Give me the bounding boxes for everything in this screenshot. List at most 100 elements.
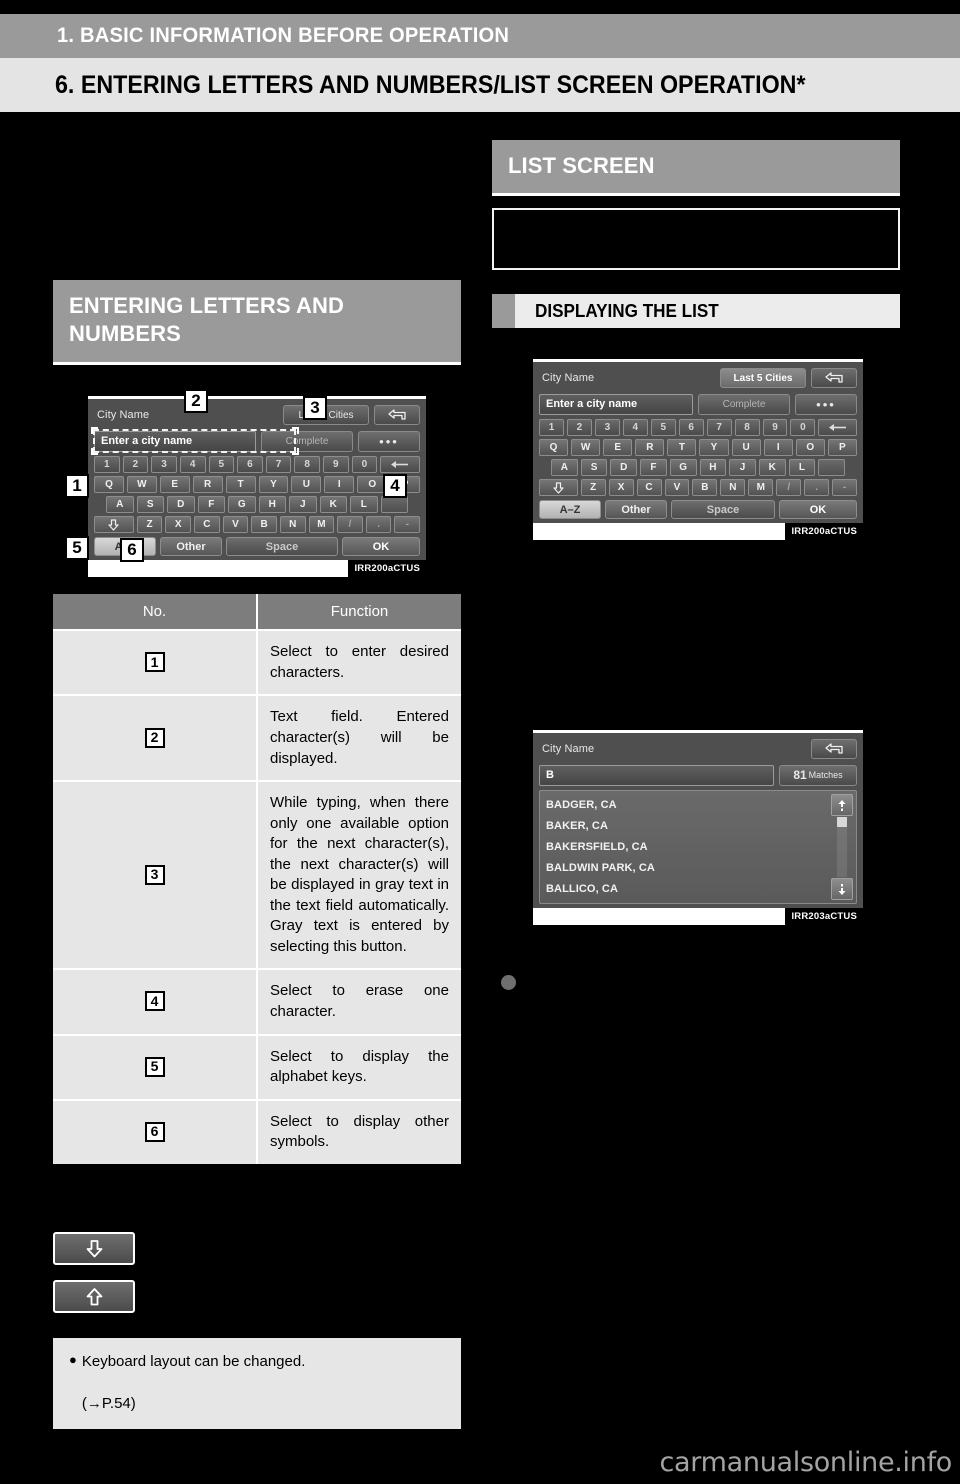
key-0[interactable]: 0 xyxy=(351,456,378,474)
city-name-input[interactable]: Enter a city name xyxy=(94,430,256,452)
key-u[interactable]: U xyxy=(731,439,761,457)
key-w[interactable]: W xyxy=(571,439,601,457)
up-arrow-key-icon[interactable] xyxy=(53,1279,135,1313)
key-6[interactable]: 6 xyxy=(237,456,263,474)
key-x[interactable]: X xyxy=(608,479,634,497)
search-query-field[interactable]: B xyxy=(539,764,774,786)
key-9[interactable]: 9 xyxy=(762,419,788,437)
key-2[interactable]: 2 xyxy=(122,456,149,474)
key-u[interactable]: U xyxy=(291,476,322,494)
scroll-up-icon[interactable] xyxy=(831,794,853,817)
key-s[interactable]: S xyxy=(136,496,164,514)
key-5[interactable]: 5 xyxy=(650,419,676,437)
key-i[interactable]: I xyxy=(324,476,355,494)
key-t[interactable]: T xyxy=(225,476,256,494)
key-s[interactable]: S xyxy=(580,459,608,477)
key-v[interactable]: V xyxy=(222,516,249,534)
down-arrow-key-icon[interactable] xyxy=(53,1231,135,1265)
shift-down-arrow-icon[interactable] xyxy=(94,516,134,534)
key-j[interactable]: J xyxy=(289,496,317,514)
key-1[interactable]: 1 xyxy=(94,456,120,474)
scrollbar-track[interactable] xyxy=(837,817,847,878)
key-d[interactable]: D xyxy=(610,459,638,477)
key-0[interactable]: 0 xyxy=(790,419,816,437)
complete-button[interactable]: Complete xyxy=(261,430,353,452)
key-6[interactable]: 6 xyxy=(678,419,704,437)
key-q[interactable]: Q xyxy=(94,476,124,494)
key-slash[interactable]: / xyxy=(337,516,363,534)
back-arrow-icon[interactable] xyxy=(811,739,857,760)
key-q[interactable]: Q xyxy=(539,439,569,457)
key-7[interactable]: 7 xyxy=(706,419,732,437)
key-b[interactable]: B xyxy=(251,516,277,534)
key-2[interactable]: 2 xyxy=(566,419,592,437)
key-hyphen[interactable]: - xyxy=(832,479,858,497)
key-z[interactable]: Z xyxy=(136,516,163,534)
key-k[interactable]: K xyxy=(758,459,786,477)
key-7[interactable]: 7 xyxy=(265,456,292,474)
key-j[interactable]: J xyxy=(729,459,756,477)
backspace-arrow-icon[interactable] xyxy=(380,456,421,474)
scrollbar-thumb[interactable] xyxy=(837,817,847,828)
key-1[interactable]: 1 xyxy=(539,419,564,437)
key-c[interactable]: C xyxy=(194,516,220,534)
key-m[interactable]: M xyxy=(308,516,335,534)
key-k[interactable]: K xyxy=(319,496,347,514)
list-scrollbar[interactable] xyxy=(831,794,853,901)
more-options-button[interactable]: ••• xyxy=(358,430,420,452)
key-8[interactable]: 8 xyxy=(734,419,760,437)
key-d[interactable]: D xyxy=(167,496,195,514)
key-w[interactable]: W xyxy=(126,476,157,494)
key-i[interactable]: I xyxy=(763,439,793,457)
key-4[interactable]: 4 xyxy=(622,419,648,437)
list-item[interactable]: BALLICO, CA xyxy=(546,879,856,900)
key-a[interactable]: A xyxy=(551,459,578,477)
key-n[interactable]: N xyxy=(720,479,746,497)
key-g[interactable]: G xyxy=(228,496,256,514)
key-l[interactable]: L xyxy=(350,496,378,514)
key-slash[interactable]: / xyxy=(776,479,802,497)
backspace-arrow-icon[interactable] xyxy=(818,419,858,437)
key-v[interactable]: V xyxy=(664,479,690,497)
key-g[interactable]: G xyxy=(669,459,697,477)
other-button[interactable]: Other xyxy=(605,500,667,520)
key-r[interactable]: R xyxy=(635,439,665,457)
matches-count-button[interactable]: 81 Matches xyxy=(779,764,857,786)
list-item[interactable]: BALDWIN PARK, CA xyxy=(546,858,856,879)
key-a[interactable]: A xyxy=(106,496,134,514)
list-item[interactable]: BAKERSFIELD, CA xyxy=(546,837,856,858)
list-item[interactable]: BADGER, CA xyxy=(546,795,856,816)
key-f[interactable]: F xyxy=(640,459,667,477)
key-n[interactable]: N xyxy=(279,516,306,534)
key-y[interactable]: Y xyxy=(258,476,289,494)
space-button[interactable]: Space xyxy=(671,500,775,520)
key-c[interactable]: C xyxy=(636,479,662,497)
back-arrow-icon[interactable] xyxy=(811,368,857,389)
key-h[interactable]: H xyxy=(699,459,727,477)
key-3[interactable]: 3 xyxy=(151,456,177,474)
more-options-button[interactable]: ••• xyxy=(795,393,857,415)
key-b[interactable]: B xyxy=(692,479,718,497)
key-f[interactable]: F xyxy=(197,496,225,514)
key-period[interactable]: . xyxy=(365,516,392,534)
key-5[interactable]: 5 xyxy=(208,456,235,474)
key-3[interactable]: 3 xyxy=(594,419,620,437)
other-button[interactable]: Other xyxy=(160,537,222,557)
key-l[interactable]: L xyxy=(788,459,816,477)
key-8[interactable]: 8 xyxy=(294,456,320,474)
key-h[interactable]: H xyxy=(258,496,286,514)
complete-button[interactable]: Complete xyxy=(698,393,790,415)
list-item[interactable]: BAKER, CA xyxy=(546,816,856,837)
key-hyphen[interactable]: - xyxy=(394,516,421,534)
key-period[interactable]: . xyxy=(804,479,830,497)
key-z[interactable]: Z xyxy=(580,479,606,497)
key-y[interactable]: Y xyxy=(699,439,729,457)
ok-button[interactable]: OK xyxy=(342,537,420,557)
key-9[interactable]: 9 xyxy=(323,456,349,474)
az-button[interactable]: A–Z xyxy=(539,500,601,520)
last-5-cities-button[interactable]: Last 5 Cities xyxy=(720,368,806,389)
key-o[interactable]: O xyxy=(795,439,825,457)
key-t[interactable]: T xyxy=(667,439,697,457)
key-4[interactable]: 4 xyxy=(179,456,206,474)
key-m[interactable]: M xyxy=(748,479,774,497)
